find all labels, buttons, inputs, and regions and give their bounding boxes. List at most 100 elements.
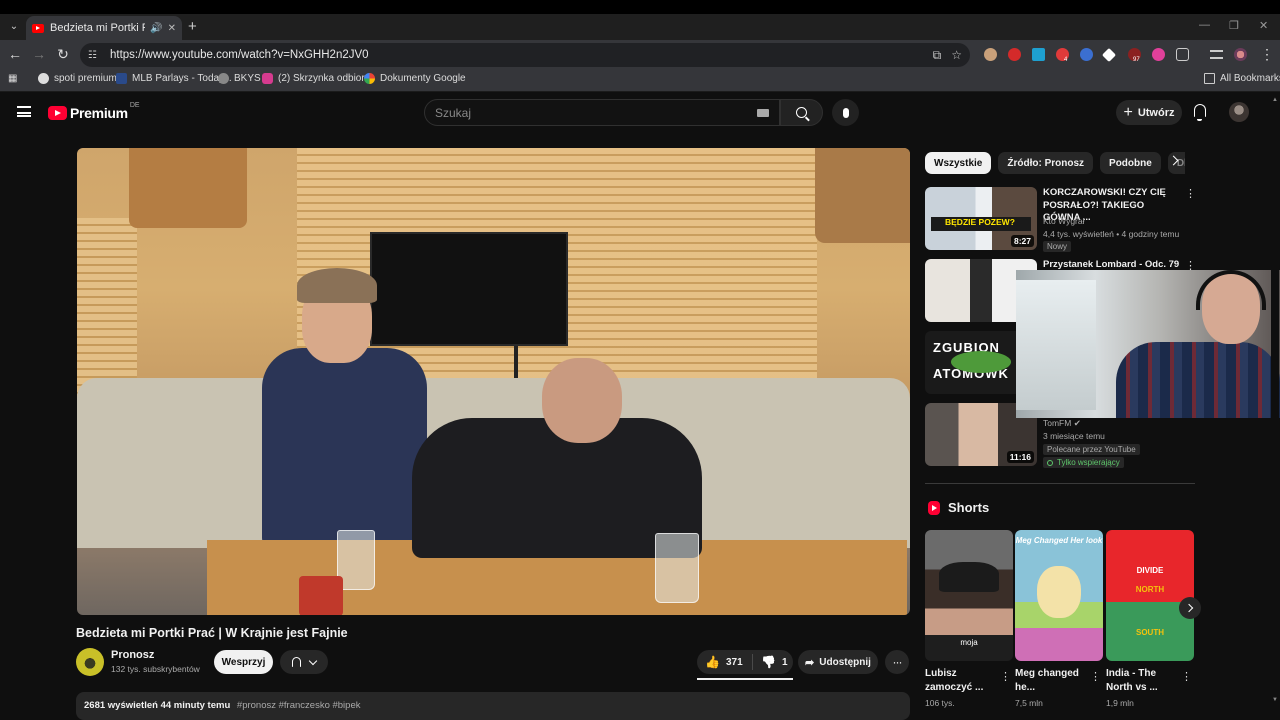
- search-input[interactable]: Szukaj: [424, 99, 780, 126]
- page-scrollbar[interactable]: [1271, 95, 1279, 705]
- notifications-bell-icon[interactable]: [1194, 104, 1206, 121]
- close-tab-icon[interactable]: ✕: [168, 23, 176, 34]
- shorts-next-button[interactable]: [1179, 597, 1201, 619]
- audio-playing-icon[interactable]: 🔊: [150, 23, 162, 34]
- browser-menu-icon[interactable]: ⋮: [1258, 46, 1276, 63]
- more-options-icon[interactable]: ⋮: [1181, 670, 1192, 683]
- bookmark-skrzynka[interactable]: (2) Skrzynka odbior...: [262, 73, 372, 84]
- bookmark-label: BKYS: [234, 73, 261, 84]
- profile-avatar-icon[interactable]: [1234, 48, 1247, 61]
- bookmark-label: spoti premium: [54, 73, 117, 84]
- recommendation-channel[interactable]: Kto Wygrał: [1043, 216, 1085, 226]
- extension-cookie-icon[interactable]: [984, 48, 997, 61]
- bookmark-dokumenty-google[interactable]: Dokumenty Google: [364, 73, 466, 84]
- scene-cabinet-right: [815, 148, 910, 243]
- scroll-down-icon[interactable]: ▼: [1272, 697, 1278, 703]
- url-text[interactable]: https://www.youtube.com/watch?v=NxGHH2n2…: [110, 49, 923, 61]
- recommendation-item[interactable]: BĘDZIE POZEW? 8:27 KORCZAROWSKI! CZY CIĘ…: [925, 187, 1196, 252]
- more-actions-button[interactable]: ···: [885, 650, 909, 674]
- apps-grid-icon[interactable]: ▦: [8, 73, 17, 84]
- extension-red-icon[interactable]: [1008, 48, 1021, 61]
- short-thumbnail[interactable]: DIVIDE NORTH SOUTH: [1106, 530, 1194, 661]
- members-label: Tylko wspierający: [1057, 458, 1120, 467]
- recommendation-channel[interactable]: TomFM ✔: [1043, 418, 1081, 429]
- all-bookmarks[interactable]: All Bookmarks: [1204, 73, 1280, 84]
- like-button[interactable]: 👍 371: [697, 654, 753, 670]
- video-thumbnail[interactable]: BĘDZIE POZEW? 8:27: [925, 187, 1037, 250]
- chip-from-channel[interactable]: Źródło: Pronosz: [998, 152, 1094, 174]
- browser-tab-active[interactable]: Bedzieta mi Portki Prać | W 🔊 ✕: [26, 16, 182, 40]
- address-bar[interactable]: ☷ https://www.youtube.com/watch?v=NxGHH2…: [80, 43, 970, 67]
- bookmark-spoti-premium[interactable]: spoti premium: [38, 73, 117, 84]
- forward-icon[interactable]: →: [30, 46, 48, 62]
- youtube-premium-logo[interactable]: Premium DE: [48, 101, 140, 121]
- channel-name[interactable]: Pronosz: [111, 649, 154, 661]
- account-avatar[interactable]: [1229, 102, 1249, 122]
- video-player[interactable]: [77, 148, 910, 615]
- short-item[interactable]: Meg Changed Her look Meg changed he... 7…: [1015, 530, 1103, 708]
- short-thumbnail[interactable]: moja: [925, 530, 1013, 661]
- share-button[interactable]: ➦ Udostępnij: [798, 650, 878, 674]
- new-tab-icon[interactable]: +: [188, 18, 197, 35]
- short-title[interactable]: Lubisz zamoczyć ...: [925, 667, 999, 695]
- extension-7tv-icon[interactable]: [1032, 48, 1045, 61]
- scene-cabinet-left: [129, 148, 247, 228]
- extension-diamond-icon[interactable]: [1101, 47, 1117, 63]
- chip-related[interactable]: Podobne: [1100, 152, 1161, 174]
- extension-sound-icon[interactable]: [1080, 48, 1093, 61]
- join-support-button[interactable]: Wesprzyj: [214, 650, 273, 674]
- bookmark-mlb-parlays[interactable]: MLB Parlays - Today...: [116, 73, 232, 84]
- extension-shield-icon[interactable]: [1152, 48, 1165, 61]
- back-icon[interactable]: ←: [6, 46, 24, 62]
- description-box[interactable]: 2681 wyświetleń 44 minuty temu #pronosz …: [76, 692, 910, 720]
- short-views: 7,5 mln: [1015, 698, 1043, 708]
- hashtags[interactable]: #pronosz #franczesko #bipek: [237, 700, 361, 711]
- site-info-icon[interactable]: ☷: [88, 50, 102, 61]
- subscription-bell-button[interactable]: [280, 650, 328, 674]
- install-app-icon[interactable]: ⧉: [933, 48, 942, 63]
- channel-avatar[interactable]: [76, 648, 104, 676]
- create-button[interactable]: + Utwórz: [1116, 100, 1182, 125]
- short-thumbnail[interactable]: Meg Changed Her look: [1015, 530, 1103, 661]
- thumbnail-caption: BĘDZIE POZEW?: [931, 217, 1031, 231]
- chip-all[interactable]: Wszystkie: [925, 152, 992, 174]
- short-title[interactable]: India - The North vs ...: [1106, 667, 1180, 695]
- microphone-icon: [842, 107, 849, 118]
- bookmark-bkys[interactable]: BKYS: [218, 73, 261, 84]
- duration-badge: 8:27: [1010, 235, 1034, 247]
- bookmark-star-icon[interactable]: ☆: [951, 48, 962, 62]
- short-figure: [939, 562, 999, 592]
- minimize-icon[interactable]: —: [1199, 19, 1210, 31]
- scroll-up-icon[interactable]: ▲: [1272, 97, 1278, 103]
- short-overlay: Meg Changed Her look: [1015, 536, 1103, 545]
- keyboard-icon[interactable]: [757, 108, 769, 117]
- search-button[interactable]: [780, 99, 823, 126]
- chevron-down-icon: [308, 656, 318, 665]
- shorts-logo-icon: [928, 500, 940, 515]
- folder-icon: [1204, 73, 1215, 84]
- all-bookmarks-label: All Bookmarks: [1220, 73, 1280, 84]
- bookmarks-bar: ▦ spoti premium MLB Parlays - Today... B…: [0, 70, 1280, 92]
- voice-search-button[interactable]: [832, 99, 859, 126]
- short-item[interactable]: DIVIDE NORTH SOUTH India - The North vs …: [1106, 530, 1194, 708]
- reading-list-icon[interactable]: [1210, 50, 1223, 59]
- tab-search-icon[interactable]: ⌄: [6, 18, 22, 34]
- bookmark-label: Dokumenty Google: [380, 73, 466, 84]
- brand-text: Premium: [70, 105, 128, 121]
- dislike-button[interactable]: 👎 1: [753, 655, 793, 669]
- menu-icon[interactable]: [17, 106, 31, 117]
- shorts-heading-label: Shorts: [948, 500, 990, 515]
- more-options-icon[interactable]: ⋮: [1185, 187, 1196, 200]
- more-options-icon[interactable]: ⋮: [1000, 670, 1011, 683]
- more-options-icon[interactable]: ⋮: [1090, 670, 1101, 683]
- region-code: DE: [129, 101, 140, 109]
- short-item[interactable]: moja Lubisz zamoczyć ... 106 tys. ⋮: [925, 530, 1013, 708]
- scene-mug: [655, 533, 699, 603]
- short-title[interactable]: Meg changed he...: [1015, 667, 1089, 695]
- extensions-puzzle-icon[interactable]: [1176, 48, 1189, 61]
- reload-icon[interactable]: ↻: [54, 46, 72, 63]
- restore-icon[interactable]: ❐: [1229, 19, 1239, 32]
- youtube-logo-icon: [48, 106, 67, 120]
- close-window-icon[interactable]: ✕: [1259, 19, 1268, 32]
- short-overlay-bot: SOUTH: [1136, 628, 1164, 637]
